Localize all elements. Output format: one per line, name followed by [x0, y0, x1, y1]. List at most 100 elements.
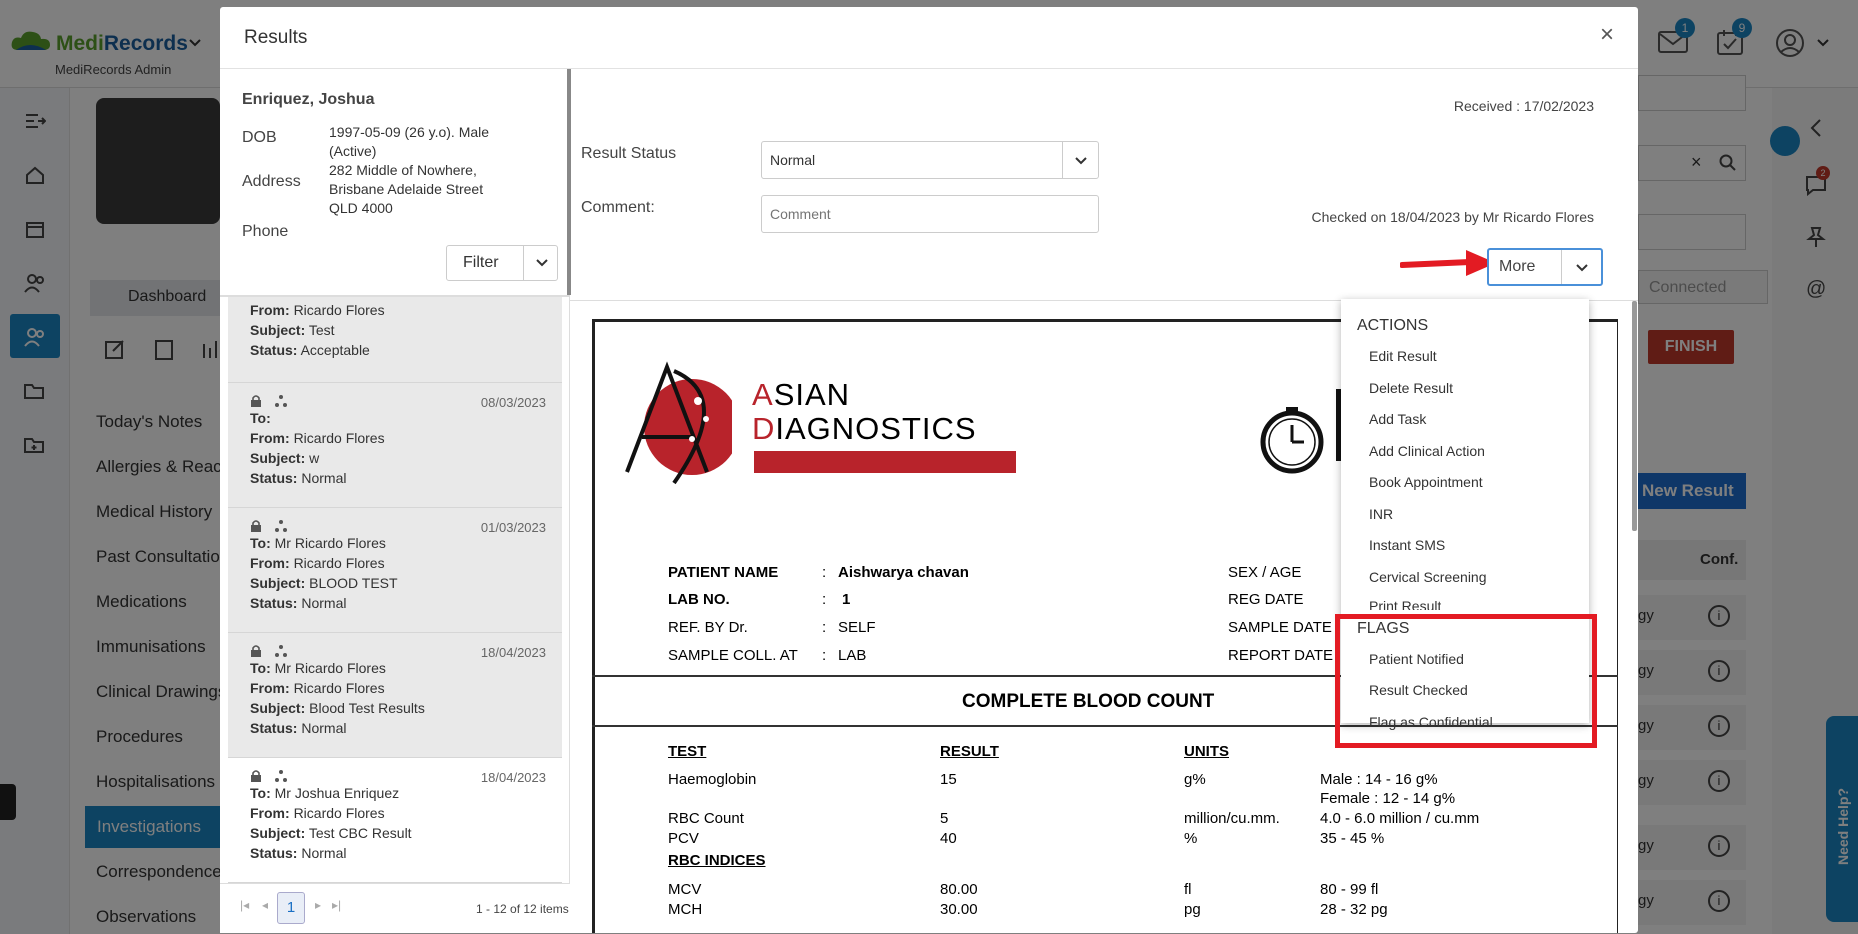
scrollbar-thumb[interactable]: [1632, 301, 1637, 531]
network-icon: [274, 644, 288, 658]
first-page-icon[interactable]: |◂: [240, 898, 249, 912]
test-range: 4.0 - 6.0 million / cu.mm: [1320, 810, 1480, 827]
lock-icon: [250, 644, 262, 658]
section-title: RBC INDICES: [668, 852, 766, 869]
item-date: 18/04/2023: [480, 770, 546, 785]
menu-delete-result[interactable]: Delete Result: [1369, 380, 1453, 396]
flags-highlight-box: [1335, 614, 1597, 748]
comment-input[interactable]: [761, 195, 1099, 233]
test-name: MCV: [668, 881, 702, 898]
test-name: Haemoglobin: [668, 771, 757, 788]
doc-label: REF. BY Dr.: [668, 619, 748, 636]
test-range: Female : 12 - 14 g%: [1320, 790, 1456, 807]
item-date: 08/03/2023: [480, 395, 546, 410]
address-label: Address: [242, 173, 301, 190]
pager: |◂ ◂ 1 ▸ ▸| 1 - 12 of 12 items: [220, 883, 570, 933]
checked-info: Checked on 18/04/2023 by Mr Ricardo Flor…: [1311, 209, 1594, 225]
actions-header: ACTIONS: [1357, 317, 1429, 334]
test-range: Male : 14 - 16 g%: [1320, 771, 1438, 788]
chevron-down-icon[interactable]: [1575, 263, 1589, 273]
result-detail-pane: Received : 17/02/2023 Result Status Norm…: [570, 69, 1638, 933]
list-item[interactable]: From: Ricardo Flores Subject: Test Statu…: [228, 297, 562, 383]
menu-cervical-screening[interactable]: Cervical Screening: [1369, 569, 1487, 585]
logo-line-1: ASIAN: [752, 377, 851, 412]
network-icon: [274, 394, 288, 408]
dob-value: 1997-05-09 (26 y.o). Male (Active): [329, 124, 490, 159]
lock-icon: [250, 769, 262, 783]
column-header: TEST: [668, 743, 707, 760]
menu-edit-result[interactable]: Edit Result: [1369, 348, 1437, 364]
test-result: 40: [940, 830, 957, 847]
menu-book-appointment[interactable]: Book Appointment: [1369, 474, 1483, 490]
test-units: g%: [1184, 771, 1206, 788]
menu-inr[interactable]: INR: [1369, 506, 1393, 522]
doc-colon: :: [822, 591, 827, 608]
menu-print-result[interactable]: Print Result: [1369, 598, 1441, 610]
doc-value: 1: [842, 591, 851, 608]
doc-label: SAMPLE COLL. AT: [668, 647, 798, 664]
address-line: QLD 4000: [329, 200, 393, 216]
list-item[interactable]: 18/04/2023 To: Mr Ricardo Flores From: R…: [228, 633, 562, 758]
test-units: fl: [1184, 881, 1192, 898]
item-date: 01/03/2023: [480, 520, 546, 535]
list-item[interactable]: 01/03/2023 To: Mr Ricardo Flores From: R…: [228, 508, 562, 633]
test-units: million/cu.mm.: [1184, 810, 1280, 827]
modal-header: Results ×: [220, 7, 1638, 69]
last-page-icon[interactable]: ▸|: [332, 898, 341, 912]
list-item-selected[interactable]: 18/04/2023 To: Mr Joshua Enriquez From: …: [228, 758, 562, 883]
doc-label: REG DATE: [1228, 591, 1304, 608]
item-date: 18/04/2023: [480, 645, 546, 660]
network-icon: [274, 519, 288, 533]
chevron-down-icon[interactable]: [535, 258, 549, 268]
filter-button[interactable]: Filter: [446, 245, 558, 281]
menu-add-clinical-action[interactable]: Add Clinical Action: [1369, 443, 1485, 459]
test-result: 5: [940, 810, 949, 827]
list-item[interactable]: 08/03/2023 To: From: Ricardo Flores Subj…: [228, 383, 562, 508]
page-1-button[interactable]: 1: [277, 892, 305, 924]
result-status-label: Result Status: [581, 145, 677, 162]
patient-name: Enriquez, Joshua: [242, 91, 375, 108]
menu-add-task[interactable]: Add Task: [1369, 411, 1426, 427]
doc-colon: :: [822, 619, 827, 636]
test-result: 80.00: [940, 881, 978, 898]
test-result: 15: [940, 771, 957, 788]
column-header: UNITS: [1184, 743, 1229, 760]
logo-line-2: DIAGNOSTICS: [752, 411, 977, 446]
lock-icon: [250, 394, 262, 408]
column-header: RESULT: [940, 743, 999, 760]
close-icon[interactable]: ×: [1600, 21, 1614, 49]
next-page-icon[interactable]: ▸: [315, 898, 321, 912]
doc-label: LAB NO.: [668, 591, 730, 608]
test-range: 35 - 45 %: [1320, 830, 1385, 847]
test-name: PCV: [668, 830, 699, 847]
doc-colon: :: [822, 647, 827, 664]
doc-label: PATIENT NAME: [668, 564, 779, 581]
results-list-pane: Enriquez, Joshua DOB 1997-05-09 (26 y.o)…: [220, 69, 571, 933]
chevron-down-icon[interactable]: [1074, 156, 1088, 166]
test-name: RBC Count: [668, 810, 744, 827]
test-range: 80 - 99 fl: [1320, 881, 1379, 898]
doc-value: SELF: [838, 619, 876, 636]
doc-value: Aishwarya chavan: [838, 564, 969, 581]
clock-icon: [1260, 405, 1324, 475]
test-range: 28 - 32 pg: [1320, 901, 1388, 918]
doc-value: LAB: [838, 647, 867, 664]
report-title: COMPLETE BLOOD COUNT: [962, 691, 1215, 712]
doc-label: SAMPLE DATE: [1228, 619, 1332, 636]
phone-label: Phone: [242, 223, 289, 240]
prev-page-icon[interactable]: ◂: [262, 898, 268, 912]
doc-colon: :: [822, 564, 827, 581]
pager-summary: 1 - 12 of 12 items: [476, 902, 569, 916]
test-units: %: [1184, 830, 1198, 847]
comment-label: Comment:: [581, 199, 655, 216]
dob-label: DOB: [242, 129, 277, 146]
test-units: pg: [1184, 901, 1201, 918]
result-status-select[interactable]: Normal: [761, 141, 1099, 179]
logo-bar: [754, 451, 1016, 473]
more-button[interactable]: More: [1487, 248, 1603, 286]
doc-label: REPORT DATE: [1228, 647, 1334, 664]
menu-instant-sms[interactable]: Instant SMS: [1369, 537, 1445, 553]
address-line: 282 Middle of Nowhere,: [329, 162, 477, 178]
annotation-arrow: [1400, 248, 1498, 278]
network-icon: [274, 769, 288, 783]
